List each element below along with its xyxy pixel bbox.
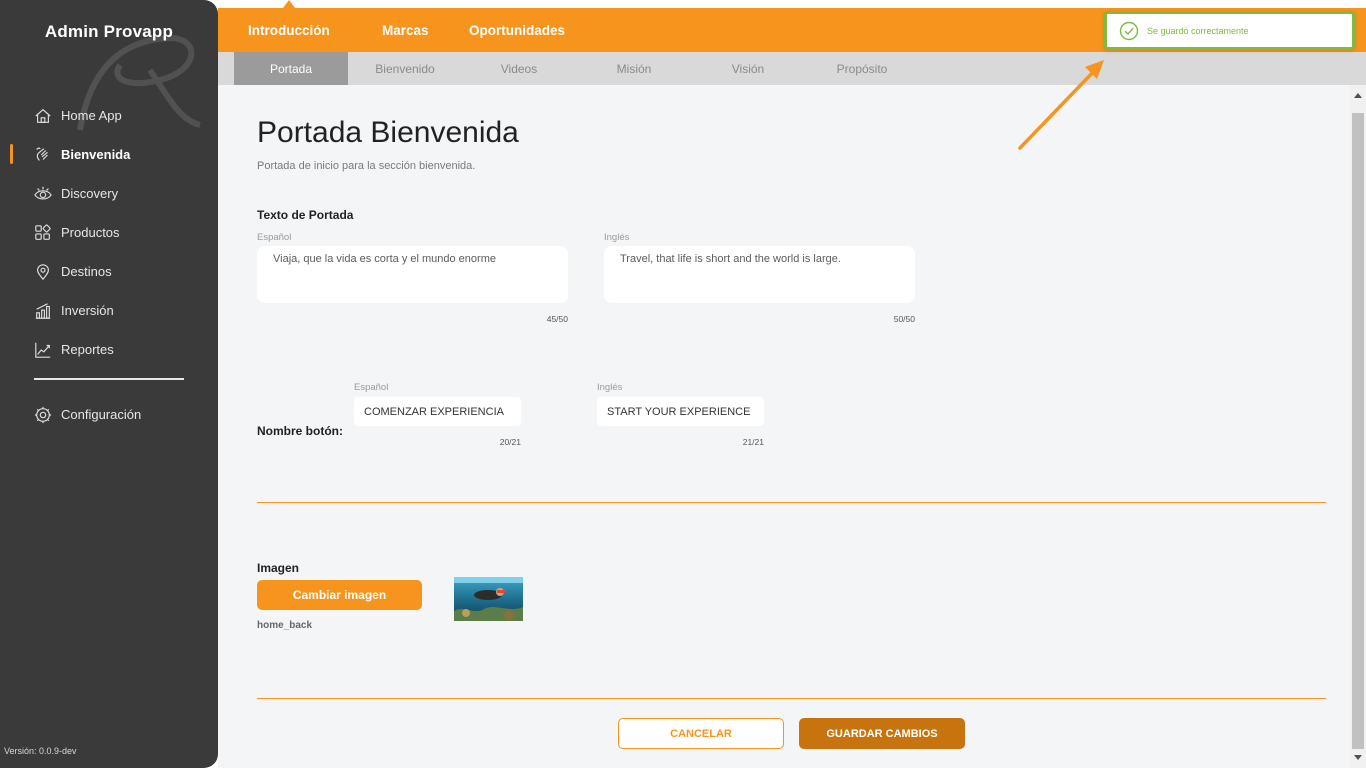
tab-oportunidades[interactable]: Oportunidades xyxy=(469,8,565,52)
bar-chart-icon xyxy=(34,302,52,320)
sidebar-item-label: Productos xyxy=(61,225,120,240)
version-label: Versión: 0.0.9-dev xyxy=(4,746,77,756)
sidebar-item-configuracion[interactable]: Configuración xyxy=(0,395,218,434)
subtab-label: Visión xyxy=(731,61,765,76)
sidebar-divider xyxy=(34,378,184,380)
sidebar-item-label: Home App xyxy=(61,108,122,123)
subtab-bienvenido[interactable]: Bienvenido xyxy=(348,52,462,85)
cover-text-es-field[interactable]: Viaja, que la vida es corta y el mundo e… xyxy=(257,246,568,303)
sidebar-item-home-app[interactable]: Home App xyxy=(0,96,218,135)
cover-text-label: Texto de Portada xyxy=(257,208,354,222)
image-filename: home_back xyxy=(257,620,313,631)
button-name-es-counter: 20/21 xyxy=(499,437,521,447)
sidebar-nav: Home App Bienvenida Discovery Productos … xyxy=(0,96,218,369)
sidebar-item-label: Configuración xyxy=(61,407,142,422)
tab-label: Oportunidades xyxy=(469,22,566,38)
cancel-button-label: CANCELAR xyxy=(670,727,732,740)
subtab-label: Bienvenido xyxy=(375,61,435,76)
subtab-vision[interactable]: Visión xyxy=(692,52,804,85)
page-title: Portada Bienvenida xyxy=(257,116,519,149)
sidebar-item-label: Reportes xyxy=(61,342,114,357)
cover-text-en-counter: 50/50 xyxy=(893,314,915,324)
eye-icon xyxy=(34,185,52,203)
button-name-es-field[interactable]: COMENZAR EXPERIENCIA xyxy=(354,397,521,426)
annotation-arrow-icon xyxy=(1018,60,1104,150)
tab-label: Introducción xyxy=(248,22,330,38)
image-thumbnail xyxy=(454,577,523,621)
scroll-up-arrow-icon[interactable] xyxy=(1354,93,1362,98)
button-name-label: Nombre botón: xyxy=(257,424,343,438)
change-image-button[interactable]: Cambiar imagen xyxy=(257,580,422,610)
home-icon xyxy=(34,107,52,125)
button-name-es-label: Español xyxy=(354,382,389,393)
success-toast: Se guardó correctamente xyxy=(1104,11,1355,50)
scroll-down-arrow-icon[interactable] xyxy=(1354,755,1362,760)
subtab-label: Videos xyxy=(500,61,538,76)
cancel-button[interactable]: CANCELAR xyxy=(618,718,784,749)
sidebar-item-reportes[interactable]: Reportes xyxy=(0,330,218,369)
sidebar: Admin Provapp Home App Bienvenida Discov… xyxy=(0,0,218,768)
app-title: Admin Provapp xyxy=(44,22,174,41)
cover-text-es-label: Español xyxy=(257,232,292,243)
button-name-en-field[interactable]: START YOUR EXPERIENCE xyxy=(597,397,764,426)
subtab-label: Propósito xyxy=(836,61,888,76)
sidebar-item-inversion[interactable]: Inversión xyxy=(0,291,218,330)
subtab-proposito[interactable]: Propósito xyxy=(804,52,920,85)
sidebar-item-productos[interactable]: Productos xyxy=(0,213,218,252)
subtab-label: Portada xyxy=(269,61,313,76)
waving-hand-icon xyxy=(34,146,52,164)
cover-text-en-field[interactable]: Travel, that life is short and the world… xyxy=(604,246,915,303)
subtab-videos[interactable]: Videos xyxy=(462,52,576,85)
sidebar-item-discovery[interactable]: Discovery xyxy=(0,174,218,213)
main-content xyxy=(218,85,1350,768)
tab-marcas[interactable]: Marcas xyxy=(382,8,429,52)
button-name-en-counter: 21/21 xyxy=(742,437,764,447)
sidebar-item-label: Destinos xyxy=(61,264,112,279)
footer-divider xyxy=(257,698,1326,699)
subtab-label: Misión xyxy=(616,61,652,76)
scrollbar[interactable] xyxy=(1350,85,1366,768)
sub-tabs: Portada Bienvenido Videos Misión Visión … xyxy=(218,52,1366,85)
sidebar-item-bienvenida[interactable]: Bienvenida xyxy=(0,135,218,174)
trend-chart-icon xyxy=(34,341,52,359)
sidebar-item-label: Bienvenida xyxy=(61,147,131,162)
cover-text-en-label: Inglés xyxy=(604,232,630,243)
scrollbar-thumb[interactable] xyxy=(1352,113,1364,749)
save-changes-button[interactable]: GUARDAR CAMBIOS xyxy=(799,718,965,749)
image-label: Imagen xyxy=(257,561,300,575)
button-name-en-label: Inglés xyxy=(597,382,623,393)
sidebar-item-label: Discovery xyxy=(61,186,119,201)
cover-text-es-counter: 45/50 xyxy=(546,314,568,324)
tab-label: Marcas xyxy=(382,22,429,38)
subtab-mision[interactable]: Misión xyxy=(576,52,692,85)
subtab-portada[interactable]: Portada xyxy=(234,52,348,85)
sidebar-item-label: Inversión xyxy=(61,303,114,318)
toast-message: Se guardó correctamente xyxy=(1147,25,1249,36)
gear-icon xyxy=(34,406,52,424)
location-pin-icon xyxy=(34,263,52,281)
page-subtitle: Portada de inicio para la sección bienve… xyxy=(257,160,476,172)
check-circle-icon xyxy=(1119,21,1139,40)
section-divider xyxy=(257,502,1326,503)
tab-introduccion[interactable]: Introducción xyxy=(248,0,330,52)
grid-icon xyxy=(34,223,52,242)
change-image-button-label: Cambiar imagen xyxy=(292,588,387,602)
save-changes-button-label: GUARDAR CAMBIOS xyxy=(826,727,938,740)
sidebar-item-destinos[interactable]: Destinos xyxy=(0,252,218,291)
